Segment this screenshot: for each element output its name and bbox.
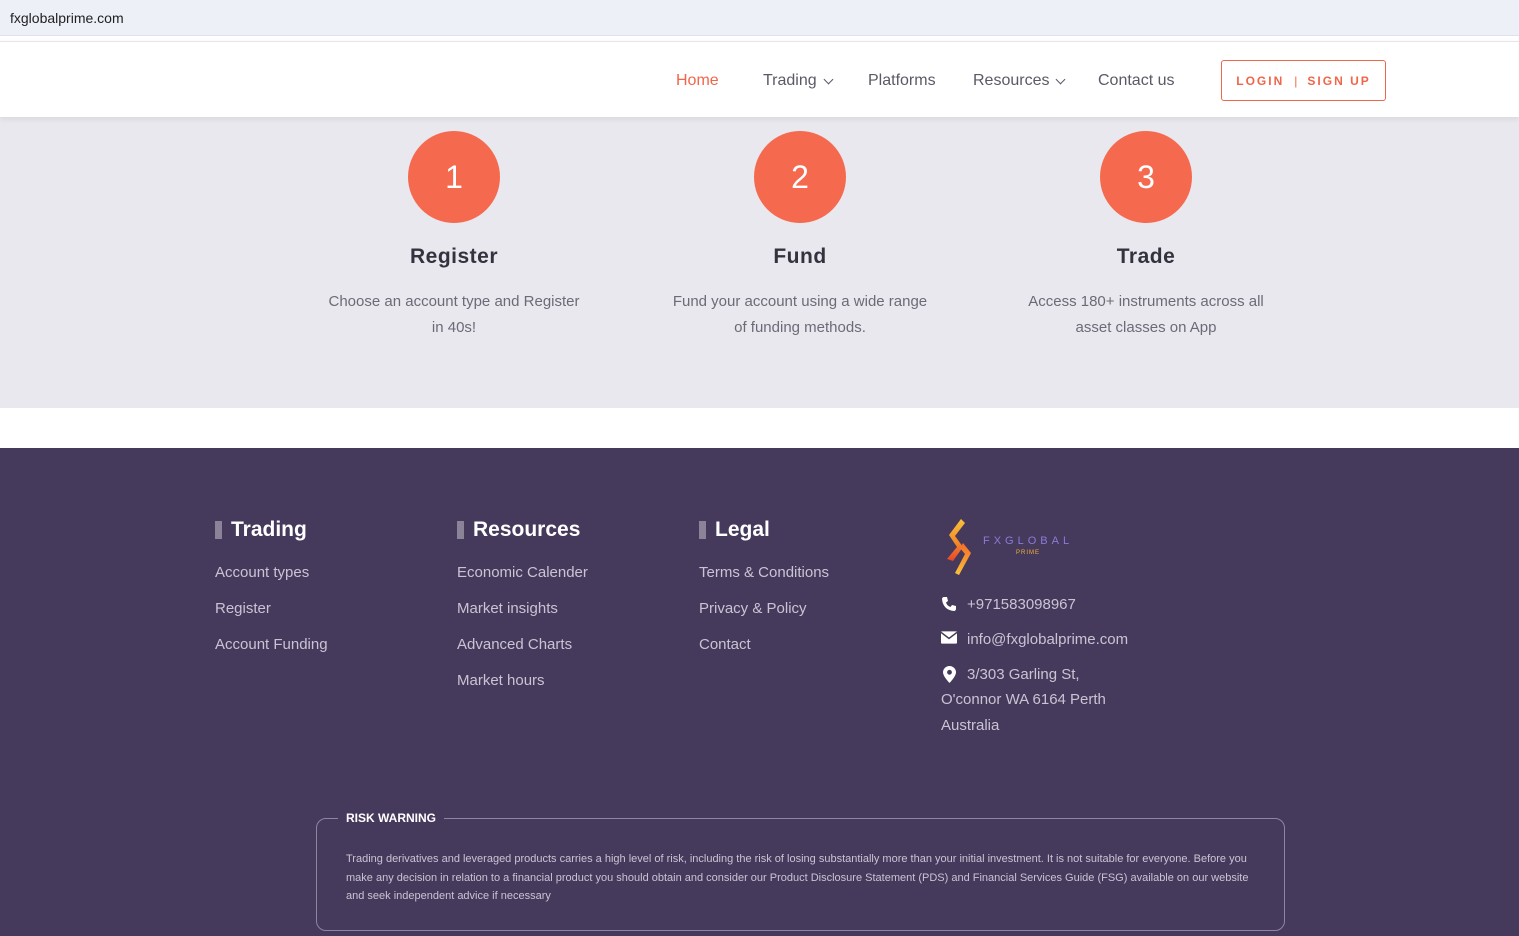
footer-link-privacy[interactable]: Privacy & Policy	[699, 599, 829, 619]
brand-name: FXGLOBAL	[983, 534, 1074, 547]
footer-heading: Legal	[699, 518, 829, 542]
auth-separator: |	[1294, 73, 1298, 88]
contact-phone[interactable]: +971583098967	[941, 592, 1128, 617]
fxglobal-logo-icon	[947, 519, 971, 575]
footer-brand: FXGLOBAL PRIME +971583098967 info@fxglob…	[941, 516, 1128, 738]
login-signup-button[interactable]: LOGIN | SIGN UP	[1221, 60, 1386, 101]
nav-platforms-label: Platforms	[868, 72, 936, 89]
footer-contact: +971583098967 info@fxglobalprime.com 3/3…	[941, 592, 1128, 738]
step-description-line: Choose an account type and Register	[328, 293, 580, 310]
signup-link[interactable]: SIGN UP	[1307, 74, 1370, 88]
footer-link-market-insights[interactable]: Market insights	[457, 599, 588, 619]
step-description-line: in 40s!	[431, 319, 477, 336]
nav-resources-label: Resources	[973, 72, 1050, 89]
step-description-line: asset classes on App	[1075, 319, 1217, 336]
nav-trading-label: Trading	[763, 72, 817, 89]
nav-platforms[interactable]: Platforms	[868, 72, 936, 90]
footer-heading-text: Resources	[473, 518, 581, 541]
step-title: Trade	[1116, 245, 1176, 268]
step-description-line: of funding methods.	[734, 319, 866, 336]
contact-email[interactable]: info@fxglobalprime.com	[941, 627, 1128, 652]
step-fund: 2 Fund Fund your account using a wide ra…	[650, 131, 950, 341]
footer-heading-text: Legal	[715, 518, 770, 541]
step-trade: 3 Trade Access 180+ instruments across a…	[996, 131, 1296, 341]
risk-warning-box: RISK WARNING Trading derivatives and lev…	[316, 811, 1285, 931]
footer-column-resources: Resources Economic Calender Market insig…	[457, 518, 588, 707]
footer-link-register[interactable]: Register	[215, 599, 328, 619]
contact-address-line: O'connor WA 6164 Perth	[941, 691, 1106, 708]
footer-links: Economic Calender Market insights Advanc…	[457, 563, 588, 691]
footer-link-account-types[interactable]: Account types	[215, 563, 328, 583]
footer-link-market-hours[interactable]: Market hours	[457, 671, 588, 691]
risk-warning-label: RISK WARNING	[338, 811, 444, 825]
footer-links: Account types Register Account Funding	[215, 563, 328, 655]
step-description-line: Access 180+ instruments across all	[1028, 293, 1264, 310]
step-number-badge: 3	[1100, 131, 1192, 223]
browser-url-bar[interactable]: fxglobalprime.com	[0, 0, 1519, 36]
footer-heading: Resources	[457, 518, 588, 542]
contact-email-text: info@fxglobalprime.com	[967, 631, 1129, 648]
step-description: Fund your account using a wide range of …	[650, 289, 950, 341]
brand-logo[interactable]: FXGLOBAL PRIME	[941, 516, 1128, 578]
footer-column-trading: Trading Account types Register Account F…	[215, 518, 328, 671]
nav-contact-us[interactable]: Contact us	[1098, 72, 1174, 90]
step-title: Fund	[773, 245, 827, 268]
footer-heading: Trading	[215, 518, 328, 542]
site-header: Home Trading Platforms Resources Contact…	[0, 41, 1519, 117]
footer-heading-text: Trading	[231, 518, 307, 541]
url-text: fxglobalprime.com	[10, 10, 124, 26]
step-description: Access 180+ instruments across all asset…	[996, 289, 1296, 341]
contact-address-line: 3/303 Garling St,	[967, 666, 1080, 683]
risk-warning-text: Trading derivatives and leveraged produc…	[346, 853, 1249, 902]
footer-link-contact[interactable]: Contact	[699, 635, 829, 655]
login-link[interactable]: LOGIN	[1236, 74, 1284, 88]
heading-bar	[699, 521, 706, 539]
heading-bar	[215, 521, 222, 539]
chevron-down-icon	[823, 74, 834, 84]
nav-home-label: Home	[676, 72, 719, 89]
footer-link-economic-calender[interactable]: Economic Calender	[457, 563, 588, 583]
nav-contact-label: Contact us	[1098, 72, 1175, 89]
step-register: 1 Register Choose an account type and Re…	[304, 131, 604, 341]
steps-section: 1 Register Choose an account type and Re…	[0, 117, 1519, 408]
footer-column-legal: Legal Terms & Conditions Privacy & Polic…	[699, 518, 829, 671]
brand-sub: PRIME	[1016, 549, 1041, 556]
step-description: Choose an account type and Register in 4…	[304, 289, 604, 341]
footer-link-account-funding[interactable]: Account Funding	[215, 635, 328, 655]
footer-link-advanced-charts[interactable]: Advanced Charts	[457, 635, 588, 655]
footer-link-terms[interactable]: Terms & Conditions	[699, 563, 829, 583]
step-number-badge: 2	[754, 131, 846, 223]
step-number-badge: 1	[408, 131, 500, 223]
site-footer: Trading Account types Register Account F…	[0, 448, 1519, 936]
contact-phone-text: +971583098967	[967, 596, 1076, 613]
step-title: Register	[409, 245, 499, 268]
footer-links: Terms & Conditions Privacy & Policy Cont…	[699, 563, 829, 655]
phone-icon	[941, 592, 957, 612]
nav-resources[interactable]: Resources	[973, 72, 1066, 90]
envelope-icon	[941, 627, 957, 644]
map-pin-icon	[941, 662, 957, 683]
step-description-line: Fund your account using a wide range	[672, 293, 928, 310]
brand-wordmark: FXGLOBAL PRIME	[983, 535, 1073, 556]
contact-address-continued: O'connor WA 6164 Perth Australia	[941, 687, 1128, 738]
chevron-down-icon	[1056, 74, 1066, 84]
nav-home[interactable]: Home	[676, 72, 719, 90]
nav-trading[interactable]: Trading	[763, 72, 834, 90]
contact-address-line: Australia	[941, 716, 1000, 734]
contact-address: 3/303 Garling St,	[941, 662, 1128, 687]
heading-bar	[457, 521, 464, 539]
